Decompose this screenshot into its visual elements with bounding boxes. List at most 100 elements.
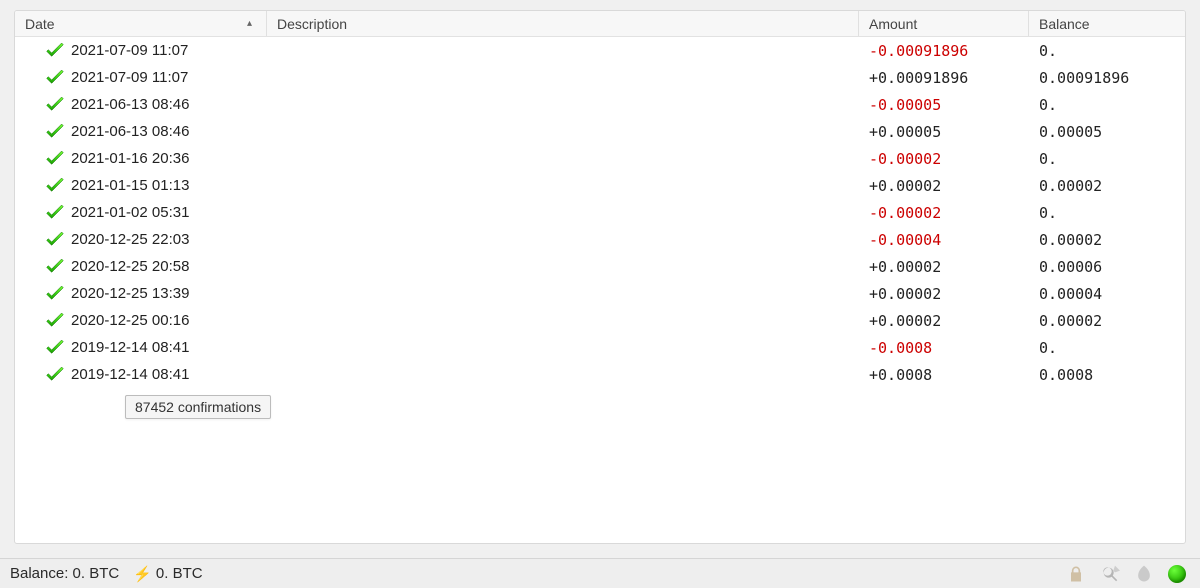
tx-amount: +0.0008 [859, 361, 1029, 388]
tx-description [267, 280, 859, 307]
confirmed-check-icon [45, 340, 65, 356]
tx-balance: 0. [1029, 334, 1185, 361]
table-row[interactable]: 2021-06-13 08:46 -0.000050. [15, 91, 1185, 118]
status-lightning: ⚡ 0. BTC [133, 565, 202, 583]
confirmed-check-icon [45, 151, 65, 167]
tx-date: 2021-07-09 11:07 [71, 42, 188, 59]
column-header-amount[interactable]: Amount [859, 11, 1029, 36]
tx-date: 2020-12-25 13:39 [71, 285, 189, 302]
tx-description [267, 118, 859, 145]
confirmed-check-icon [45, 232, 65, 248]
tx-amount: +0.00002 [859, 280, 1029, 307]
tx-balance: 0.00002 [1029, 226, 1185, 253]
table-header: Date ▴ Description Amount Balance [15, 11, 1185, 37]
tools-icon[interactable] [1100, 564, 1120, 584]
table-row[interactable]: 2020-12-25 22:03 -0.000040.00002 [15, 226, 1185, 253]
tx-amount: -0.00002 [859, 145, 1029, 172]
confirmed-check-icon [45, 286, 65, 302]
tx-description [267, 361, 859, 388]
status-balance-label: Balance: [10, 565, 68, 582]
confirmed-check-icon [45, 259, 65, 275]
confirmed-check-icon [45, 367, 65, 383]
tx-description [267, 64, 859, 91]
tx-amount: +0.00002 [859, 307, 1029, 334]
confirmed-check-icon [45, 205, 65, 221]
transaction-list: 2021-07-09 11:07-0.000918960.2021-07-09 … [15, 37, 1185, 543]
network-status-icon[interactable] [1168, 565, 1186, 583]
confirmed-check-icon [45, 124, 65, 140]
tx-amount: +0.00091896 [859, 64, 1029, 91]
tx-balance: 0.00005 [1029, 118, 1185, 145]
tx-description [267, 91, 859, 118]
confirmed-check-icon [45, 43, 65, 59]
tx-description [267, 334, 859, 361]
tx-date: 2021-01-15 01:13 [71, 177, 189, 194]
confirmed-check-icon [45, 70, 65, 86]
table-row[interactable]: 2020-12-25 00:16 +0.000020.00002 [15, 307, 1185, 334]
table-row[interactable]: 2020-12-25 13:39 +0.000020.00004 [15, 280, 1185, 307]
tx-balance: 0.00002 [1029, 307, 1185, 334]
tx-date: 2021-06-13 08:46 [71, 96, 189, 113]
tx-balance: 0. [1029, 199, 1185, 226]
tx-balance: 0. [1029, 91, 1185, 118]
transaction-panel: Date ▴ Description Amount Balance 2021-0… [14, 10, 1186, 544]
tx-description [267, 199, 859, 226]
tx-amount: -0.00004 [859, 226, 1029, 253]
tx-amount: +0.00002 [859, 172, 1029, 199]
table-row[interactable]: 2021-01-16 20:36-0.000020. [15, 145, 1185, 172]
column-header-description[interactable]: Description [267, 11, 859, 36]
tx-date: 2020-12-25 20:58 [71, 258, 189, 275]
tx-balance: 0. [1029, 145, 1185, 172]
tx-balance: 0. [1029, 37, 1185, 64]
lightning-icon: ⚡ [133, 565, 152, 583]
confirmation-tooltip-text: 87452 confirmations [135, 399, 261, 415]
tx-date: 2021-07-09 11:07 [71, 69, 188, 86]
tx-balance: 0.00002 [1029, 172, 1185, 199]
tx-amount: +0.00005 [859, 118, 1029, 145]
status-balance: Balance: 0. BTC [10, 565, 119, 582]
tx-description [267, 307, 859, 334]
tx-balance: 0.00006 [1029, 253, 1185, 280]
tx-amount: -0.0008 [859, 334, 1029, 361]
tx-date: 2019-12-14 08:41 [71, 366, 189, 383]
tx-amount: -0.00091896 [859, 37, 1029, 64]
tx-description [267, 37, 859, 64]
column-header-amount-label: Amount [869, 16, 917, 32]
status-balance-value: 0. BTC [73, 565, 120, 582]
table-row[interactable]: 2021-06-13 08:46 +0.000050.00005 [15, 118, 1185, 145]
column-header-description-label: Description [277, 16, 347, 32]
sort-indicator-icon: ▴ [247, 18, 256, 29]
tx-description [267, 172, 859, 199]
tx-date: 2021-06-13 08:46 [71, 123, 189, 140]
confirmed-check-icon [45, 313, 65, 329]
tx-description [267, 253, 859, 280]
tx-description [267, 226, 859, 253]
table-row[interactable]: 2019-12-14 08:41 +0.00080.0008 [15, 361, 1185, 388]
tx-date: 2021-01-02 05:31 [71, 204, 189, 221]
lock-icon[interactable] [1066, 564, 1086, 584]
tx-description [267, 145, 859, 172]
column-header-balance[interactable]: Balance [1029, 11, 1185, 36]
confirmation-tooltip: 87452 confirmations [125, 395, 271, 419]
tx-date: 2020-12-25 00:16 [71, 312, 189, 329]
table-row[interactable]: 2020-12-25 20:58 +0.000020.00006 [15, 253, 1185, 280]
status-lightning-value: 0. BTC [156, 565, 203, 582]
tx-date: 2020-12-25 22:03 [71, 231, 189, 248]
confirmed-check-icon [45, 97, 65, 113]
seed-icon[interactable] [1134, 564, 1154, 584]
table-row[interactable]: 2021-07-09 11:07+0.000918960.00091896 [15, 64, 1185, 91]
column-header-date-label: Date [25, 16, 55, 32]
tx-balance: 0.00004 [1029, 280, 1185, 307]
tx-amount: +0.00002 [859, 253, 1029, 280]
tx-amount: -0.00002 [859, 199, 1029, 226]
status-bar: Balance: 0. BTC ⚡ 0. BTC [0, 558, 1200, 588]
table-row[interactable]: 2021-01-15 01:13 +0.000020.00002 [15, 172, 1185, 199]
tx-balance: 0.0008 [1029, 361, 1185, 388]
table-row[interactable]: 2019-12-14 08:41 -0.00080. [15, 334, 1185, 361]
tx-amount: -0.00005 [859, 91, 1029, 118]
column-header-balance-label: Balance [1039, 16, 1090, 32]
column-header-date[interactable]: Date ▴ [15, 11, 267, 36]
tx-date: 2019-12-14 08:41 [71, 339, 189, 356]
table-row[interactable]: 2021-01-02 05:31 -0.000020. [15, 199, 1185, 226]
table-row[interactable]: 2021-07-09 11:07 -0.000918960. [15, 37, 1185, 64]
